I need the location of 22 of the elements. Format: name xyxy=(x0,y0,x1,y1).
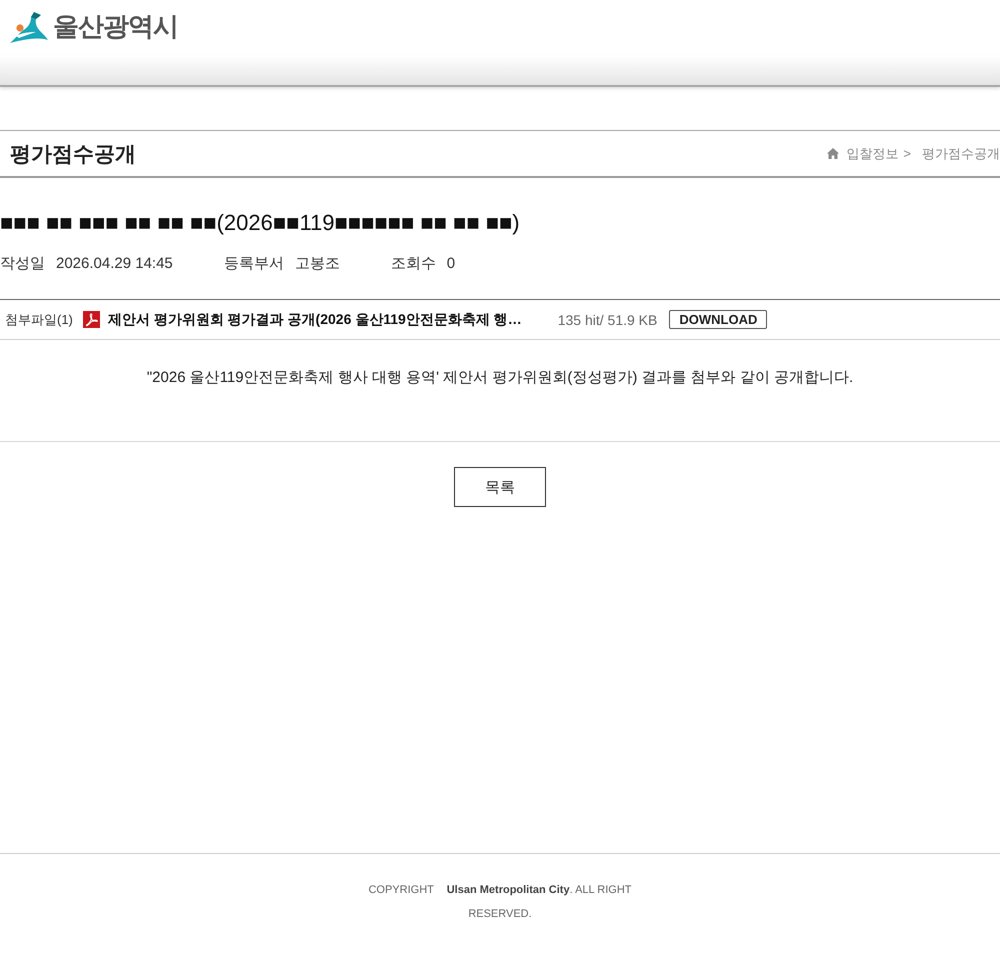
list-button[interactable]: 목록 xyxy=(454,467,546,507)
page-title: 평가점수공개 xyxy=(10,142,136,168)
download-button[interactable]: DOWNLOAD xyxy=(669,310,768,329)
attachment-info: 135 hit/ 51.9 KB xyxy=(558,312,658,328)
meta-label: 작성일 xyxy=(0,254,45,274)
pdf-file-icon xyxy=(82,311,100,328)
logo-text: 울산광역시 xyxy=(53,10,178,42)
home-icon[interactable] xyxy=(827,148,840,159)
meta-value: 고봉조 xyxy=(294,254,340,274)
meta-value: 2026.04.29 14:45 xyxy=(56,254,173,274)
meta-value: 0 xyxy=(446,254,456,274)
attachment-label: 첨부파일(1) xyxy=(5,310,73,328)
breadcrumb-separator: > xyxy=(903,146,911,161)
copyright-notice: COPYRIGHT Ulsan Metropolitan City. ALL RIGHT RESERVED. xyxy=(367,883,633,922)
meta-label: 등록부서 xyxy=(224,254,284,274)
meta-label: 조회수 xyxy=(390,254,436,274)
logo-icon xyxy=(10,10,48,43)
breadcrumb-link[interactable]: 입찰정보 xyxy=(846,144,898,162)
breadcrumb-link[interactable]: 평가점수공개 xyxy=(922,144,1000,162)
attachment-file-link[interactable]: 제안서 평가위원회 평가결과 공개(2026 울산119안전문화축제 행… xyxy=(108,310,522,328)
post-body-text: "2026 울산119안전문화축제 행사 대행 용역' 제안서 평가위원회(정성평가) 결과를 첨부와 같이 공개합니다. xyxy=(146,368,854,388)
post-title: ■■■ ■■ ■■■ ■■ ■■ ■■(2026■■119■■■■■■ ■■ ■■ ■■) xyxy=(0,209,520,237)
